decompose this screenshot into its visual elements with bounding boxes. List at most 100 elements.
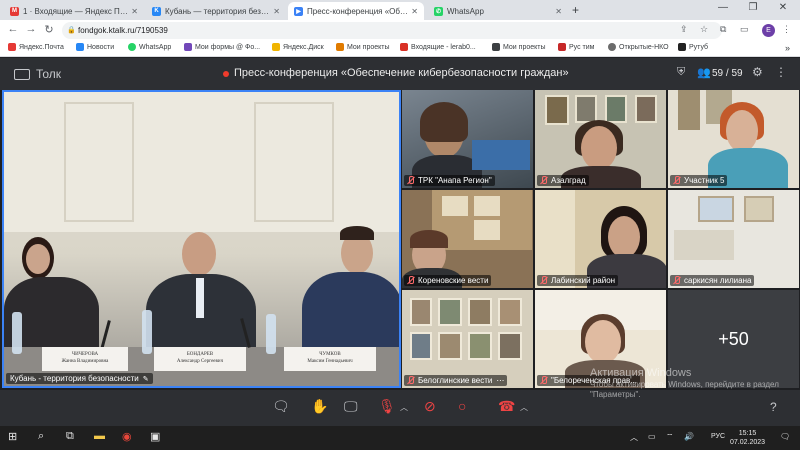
participant-tile[interactable]: саркисян лилиана [668,190,799,288]
chevron-up-icon[interactable]: ︿ [520,402,528,413]
bookmark-yandex-mail[interactable]: Яндекс.Почта [8,43,64,51]
hang-up-icon[interactable]: ☎ [498,398,515,415]
tile-caption: саркисян лилиана [670,275,755,286]
network-icon[interactable]: ⌔ [666,432,674,442]
photos-icon[interactable]: ▣ [150,430,160,443]
language-indicator[interactable]: РУС [711,433,725,440]
menu-kebab-icon[interactable]: ⋮ [782,24,791,35]
tile-caption: Кореновские вести [404,275,492,286]
file-explorer-icon[interactable]: ▬ [94,430,105,442]
wall-frame [468,298,492,326]
chrome-icon[interactable]: ◉ [122,430,132,443]
chat-icon[interactable]: 🗨 [272,398,290,415]
newspaper [442,196,468,216]
more-bookmarks-icon[interactable]: » [785,43,790,53]
battery-icon[interactable]: ▭ [648,432,656,441]
raise-hand-icon[interactable]: ✋ [311,398,328,415]
extensions-icon[interactable]: ⧉ [720,24,726,35]
person-hair [410,230,448,248]
mic-muted-icon [406,376,415,385]
chevron-up-icon[interactable]: ︿ [630,432,638,443]
camera-off-icon[interactable]: ⊘ [424,398,436,415]
participant-tile[interactable]: Азалград [535,90,666,188]
nameplate: ЧУМКОВ Максим Геннадьевич [284,347,376,371]
profile-avatar[interactable]: E [762,24,775,37]
close-tab-icon[interactable]: ✕ [411,7,418,16]
back-icon[interactable]: ← [6,23,20,35]
screen-share-icon[interactable]: 🖵 [344,398,358,415]
window-frame [64,102,134,222]
participant-tile[interactable]: ТРК "Анапа Регион" [402,90,533,188]
participant-tile[interactable]: Лабинский район [535,190,666,288]
water-bottle [12,312,22,354]
task-view-icon[interactable]: ⧉ [66,430,74,443]
close-window-icon[interactable]: ✕ [768,2,798,13]
chevron-up-icon[interactable]: ︿ [400,402,408,413]
bookmark-gmail[interactable]: Входящие - lerab0... [400,43,476,51]
tab-conference[interactable]: ▶ Пресс-конференция «Обес ✕ [288,2,424,20]
minimize-icon[interactable]: — [708,2,738,13]
more-options-icon[interactable]: ⋮ [775,65,787,79]
tab-whatsapp[interactable]: ✆ WhatsApp ✕ [428,2,568,20]
bookmark-projects[interactable]: Мои проекты [336,43,390,51]
forward-icon[interactable]: → [24,23,38,35]
participant-tile[interactable]: Участник 5 [668,90,799,188]
new-tab-button[interactable]: + [572,3,579,17]
bookmark-rus-team[interactable]: Рус тим [558,43,594,51]
close-tab-icon[interactable]: ✕ [273,7,280,16]
search-icon[interactable]: ⌕ [38,430,44,443]
wall-frame [605,95,627,123]
folder-icon [336,43,344,51]
bookmark-rutube[interactable]: Рутуб [678,43,708,51]
speaker-caption: Кубань - территория безопасности ✎ [6,373,153,384]
volume-icon[interactable]: 🔊 [684,432,694,441]
participant-tile[interactable]: Кореновские вести [402,190,533,288]
participant-count[interactable]: 59 / 59 [712,68,743,79]
bookmark-forms[interactable]: Мои формы @ Фо... [184,43,260,51]
bookmark-news[interactable]: Новости [76,43,114,51]
mic-muted-icon [672,276,681,285]
rutube-icon [678,43,686,51]
sidepanel-icon[interactable]: ▭ [740,24,749,35]
yandex-mail-icon: M [10,6,19,16]
person-face [581,126,617,170]
notifications-icon[interactable]: 🗨 [780,432,790,441]
help-icon[interactable]: ? [770,400,777,414]
wall-frame [438,298,462,326]
wall-frame [545,95,569,125]
participants-icon[interactable]: 👥 [697,66,711,79]
more-icon[interactable]: ⋯ [496,376,504,385]
settings-gear-icon[interactable]: ⚙ [752,65,763,79]
recording-indicator [223,71,229,77]
reload-icon[interactable]: ↻ [42,23,56,36]
participant-tile[interactable]: Белоглинские вести ⋯ [402,290,533,388]
tab-vk[interactable]: K Кубань — территория безопасн ✕ [146,2,286,20]
wall-frame [498,298,522,326]
app-logo[interactable]: Толк [14,67,61,81]
wall-frame [498,332,522,360]
windows-start-icon[interactable]: ⊞ [8,430,17,443]
microphone-off-icon[interactable]: 🎙 [378,398,396,415]
main-speaker-video[interactable]: ЧИЧЕРОВА Жанна Владимировна БОНДАРЕВ Але… [2,90,401,388]
bookmark-star-icon[interactable]: ☆ [700,24,708,35]
bookmark-whatsapp[interactable]: WhatsApp [128,43,171,51]
wall-frame [635,95,657,123]
share-icon[interactable]: ⇪ [680,24,688,35]
bookmark-projects-2[interactable]: Мои проекты [492,43,546,51]
close-tab-icon[interactable]: ✕ [131,7,138,16]
talk-logo-icon [14,68,30,80]
close-tab-icon[interactable]: ✕ [555,7,562,16]
tile-caption: Азалград [537,175,589,186]
restore-icon[interactable]: ❐ [738,2,768,13]
bookmark-yandex-disk[interactable]: Яндекс.Диск [272,43,324,51]
pin-icon[interactable]: ✎ [143,375,149,383]
person-face [608,216,640,258]
bookmark-open-nko[interactable]: Открытые-НКО [608,43,669,51]
yandex-mail-icon [8,43,16,51]
system-clock[interactable]: 15:15 07.02.2023 [730,429,765,447]
security-shield-icon[interactable]: ⛨ [677,66,685,79]
record-icon[interactable]: ○ [458,398,466,414]
vk-icon: K [152,6,161,16]
address-bar[interactable]: 🔒 fondgok.ktalk.ru/7190539 [62,22,722,39]
tab-yandex-mail[interactable]: M 1 · Входящие — Яндекс Почта ✕ [4,2,144,20]
